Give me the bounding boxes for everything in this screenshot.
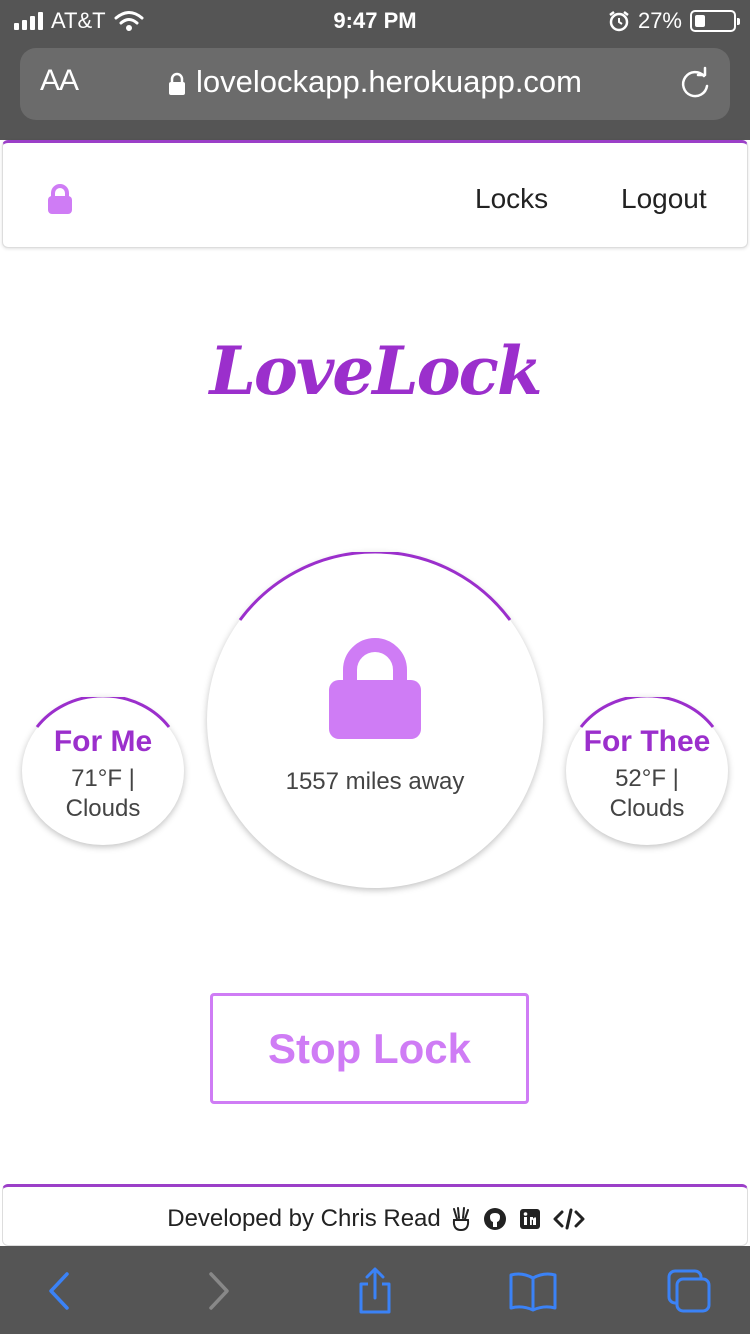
for-thee-condition: Clouds	[609, 795, 685, 822]
app-logo: LoveLock	[209, 332, 542, 410]
github-icon[interactable]	[483, 1207, 507, 1231]
for-thee-card: For Thee 52°F | Clouds	[566, 697, 728, 845]
stop-lock-button[interactable]: Stop Lock	[210, 993, 529, 1104]
nav-link-logout[interactable]: Logout	[621, 183, 707, 215]
url-text: lovelockapp.herokuapp.com	[195, 64, 583, 99]
reload-icon[interactable]	[678, 66, 712, 102]
for-me-card: For Me 71°F | Clouds	[22, 697, 184, 845]
footer: Developed by Chris Read	[2, 1184, 748, 1246]
for-thee-temperature: 52°F |	[615, 765, 679, 792]
angellist-icon[interactable]	[451, 1207, 471, 1231]
for-me-title: For Me	[53, 725, 153, 758]
tabs-button[interactable]	[664, 1266, 714, 1316]
browser-chrome: AT&T 9:47 PM 27% AA lovelockapp.herokuap…	[0, 0, 750, 140]
for-thee-title: For Thee	[583, 725, 711, 758]
share-button[interactable]	[350, 1266, 400, 1316]
distance-card: 1557 miles away	[207, 552, 543, 888]
lock-icon[interactable]	[45, 183, 75, 215]
footer-credit: Developed by Chris Read	[167, 1205, 441, 1232]
navbar: Locks Logout	[2, 140, 748, 248]
back-icon	[49, 1272, 69, 1310]
for-me-condition: Clouds	[65, 795, 141, 822]
battery-percent: 27%	[637, 8, 682, 33]
battery-fill	[695, 15, 705, 27]
url-display[interactable]: lovelockapp.herokuapp.com	[20, 64, 730, 100]
back-button[interactable]	[34, 1266, 84, 1316]
distance-text: 1557 miles away	[285, 768, 465, 795]
bookmarks-icon	[509, 1272, 557, 1312]
browser-toolbar	[0, 1246, 750, 1334]
for-me-temperature: 71°F |	[71, 765, 135, 792]
linkedin-icon[interactable]	[519, 1208, 541, 1230]
alarm-icon	[609, 11, 629, 32]
footer-content: Developed by Chris Read	[3, 1205, 749, 1233]
code-icon[interactable]	[553, 1208, 585, 1230]
forward-button[interactable]	[194, 1266, 244, 1316]
bookmarks-button[interactable]	[508, 1266, 558, 1316]
tabs-icon	[667, 1269, 711, 1313]
forward-icon	[209, 1272, 229, 1310]
share-icon	[359, 1267, 391, 1314]
secure-lock-icon	[168, 72, 185, 95]
status-right: 27%	[608, 8, 740, 34]
lock-icon	[329, 638, 421, 739]
footer-social-links	[451, 1207, 585, 1231]
status-bar: AT&T 9:47 PM 27%	[0, 0, 750, 40]
nav-link-locks[interactable]: Locks	[475, 183, 548, 215]
address-bar[interactable]: AA lovelockapp.herokuapp.com	[20, 48, 730, 120]
battery-icon	[690, 10, 740, 32]
